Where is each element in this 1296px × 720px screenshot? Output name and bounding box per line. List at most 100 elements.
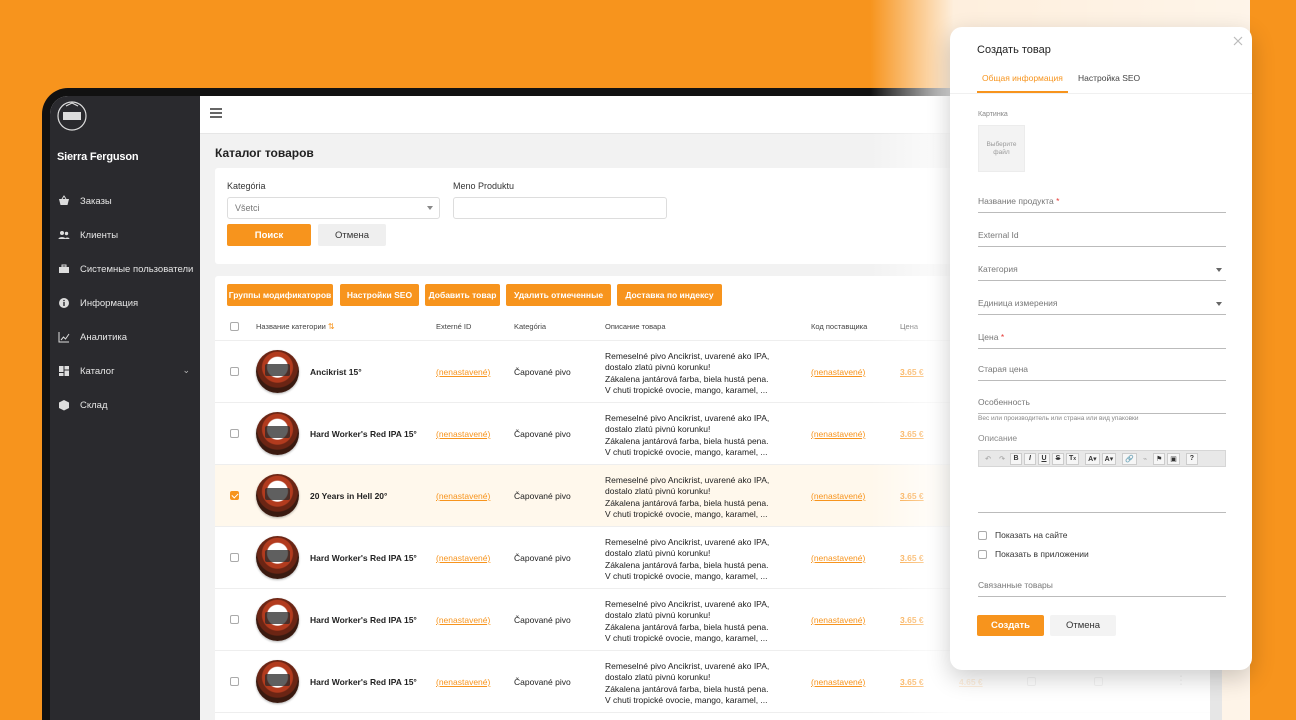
seo-settings-button[interactable]: Настройки SEO — [340, 284, 419, 306]
more-options-icon[interactable]: ⋮ — [1175, 673, 1187, 687]
show-in-app-checkbox[interactable] — [1094, 677, 1103, 686]
sort-icon[interactable]: ⇅ — [328, 322, 335, 331]
anchor-icon[interactable]: ⚑ — [1152, 452, 1166, 465]
related-products-field[interactable]: Связанные товары — [978, 580, 1226, 597]
external-id-link[interactable]: (nenastavené) — [436, 553, 490, 563]
filter-panel: Kategória Všetci Meno Produktu Поиск Отм… — [215, 168, 975, 264]
cancel-filter-button[interactable]: Отмена — [318, 224, 386, 246]
external-id-field[interactable]: External Id — [978, 230, 1226, 247]
supplier-code-link[interactable]: (nenastavené) — [811, 615, 865, 625]
checkbox[interactable] — [978, 550, 987, 559]
description-line: V chuti tropické ovocie, mango, karamel,… — [605, 446, 768, 457]
description-line: Zákalena jantárová farba, biela hustá pe… — [605, 683, 769, 694]
search-button[interactable]: Поиск — [227, 224, 311, 246]
modifier-groups-button[interactable]: Группы модификаторов — [227, 284, 333, 306]
bg-color-icon[interactable]: A▾ — [1101, 452, 1117, 465]
external-id-link[interactable]: (nenastavené) — [436, 615, 490, 625]
row-checkbox[interactable] — [230, 553, 239, 562]
show-in-app-checkbox[interactable]: Показать в приложении — [978, 549, 1089, 559]
supplier-code-link[interactable]: (nenastavené) — [811, 367, 865, 377]
hamburger-menu-icon[interactable] — [210, 108, 222, 118]
price-link[interactable]: 3.65 € — [900, 615, 924, 625]
row-checkbox[interactable] — [230, 677, 239, 686]
product-name-filter-label: Meno Produktu — [453, 181, 515, 191]
description-line: dostalo zlatú pivnú korunku! — [605, 610, 711, 621]
modal-cancel-button[interactable]: Отмена — [1050, 615, 1116, 636]
choose-file-button[interactable]: Выберите файл — [978, 125, 1025, 172]
row-checkbox[interactable] — [230, 429, 239, 438]
show-on-site-checkbox[interactable]: Показать на сайте — [978, 530, 1068, 540]
unit-dropdown[interactable]: Единица измерения — [978, 298, 1226, 315]
checkbox[interactable] — [978, 531, 987, 540]
tab-general-info[interactable]: Общая информация — [977, 73, 1068, 93]
unlink-icon[interactable]: ⌁ — [1139, 453, 1151, 465]
show-on-site-checkbox[interactable] — [1027, 677, 1036, 686]
close-icon[interactable] — [1232, 35, 1244, 47]
supplier-code-link[interactable]: (nenastavené) — [811, 491, 865, 501]
external-id-link[interactable]: (nenastavené) — [436, 429, 490, 439]
price-link[interactable]: 3.65 € — [900, 429, 924, 439]
old-price-field[interactable]: Старая цена — [978, 364, 1226, 381]
description-editor[interactable] — [978, 467, 1226, 513]
clear-format-icon[interactable]: Tx — [1066, 452, 1080, 465]
supplier-code-link[interactable]: (nenastavené) — [811, 553, 865, 563]
create-button[interactable]: Создать — [977, 615, 1044, 636]
category-select[interactable]: Všetci — [227, 197, 440, 219]
description-line: Zákalena jantárová farba, biela hustá pe… — [605, 497, 769, 508]
user-name: Sierra Ferguson — [57, 151, 139, 163]
row-checkbox[interactable] — [230, 491, 239, 500]
description-line: dostalo zlatú pivnú korunku! — [605, 362, 711, 373]
sidebar-item-information[interactable]: Информация — [50, 286, 200, 320]
header-name[interactable]: Название категории ⇅ — [256, 322, 335, 331]
sidebar-item-clients[interactable]: Клиенты — [50, 218, 200, 252]
product-image — [256, 660, 299, 703]
external-id-link[interactable]: (nenastavené) — [436, 491, 490, 501]
bold-icon[interactable]: B — [1010, 452, 1022, 465]
old-price-link[interactable]: 4.65 € — [959, 677, 983, 687]
underline-icon[interactable]: U — [1038, 452, 1050, 465]
sidebar-item-warehouse[interactable]: Склад — [50, 388, 200, 422]
supplier-code-link[interactable]: (nenastavené) — [811, 429, 865, 439]
feature-field[interactable]: Особенность — [978, 397, 1226, 414]
link-icon[interactable]: 🔗 — [1122, 452, 1137, 465]
select-all-checkbox[interactable] — [230, 322, 239, 331]
category-dropdown[interactable]: Категория — [978, 264, 1226, 281]
strikethrough-icon[interactable]: S — [1052, 452, 1064, 465]
product-description: Remeselné pivo Ancikrist, uvarené ako IP… — [605, 475, 805, 520]
text-color-icon[interactable]: A▾ — [1085, 452, 1100, 465]
redo-icon[interactable]: ↷ — [996, 453, 1008, 465]
external-id-link[interactable]: (nenastavené) — [436, 367, 490, 377]
product-name: Hard Worker's Red IPA 15° — [310, 429, 417, 439]
sidebar-item-analytics[interactable]: Аналитика — [50, 320, 200, 354]
beer-station-logo — [57, 101, 87, 131]
product-description: Remeselné pivo Ancikrist, uvarené ako IP… — [605, 413, 805, 458]
sidebar-item-orders[interactable]: Заказы — [50, 184, 200, 218]
product-name-field[interactable]: Название продукта * — [978, 196, 1226, 213]
sidebar-item-system-users[interactable]: Системные пользователи — [50, 252, 200, 286]
price-field[interactable]: Цена * — [978, 332, 1226, 349]
price-link[interactable]: 3.65 € — [900, 367, 924, 377]
row-checkbox[interactable] — [230, 615, 239, 624]
price-link[interactable]: 3.65 € — [900, 491, 924, 501]
add-product-button[interactable]: Добавить товар — [425, 284, 500, 306]
image-icon[interactable]: ▣ — [1167, 452, 1180, 465]
undo-icon[interactable]: ↶ — [982, 453, 994, 465]
row-checkbox[interactable] — [230, 367, 239, 376]
product-name-input[interactable] — [453, 197, 667, 219]
chevron-down-icon: ⌄ — [182, 365, 190, 375]
supplier-code-link[interactable]: (nenastavené) — [811, 677, 865, 687]
product-category: Čapované pivo — [514, 491, 571, 501]
description-line: V chuti tropické ovocie, mango, karamel,… — [605, 508, 768, 519]
feature-label: Особенность — [978, 397, 1030, 407]
price-link[interactable]: 3.65 € — [900, 677, 924, 687]
italic-icon[interactable]: I — [1024, 452, 1036, 465]
delete-selected-button[interactable]: Удалить отмеченные — [506, 284, 611, 306]
price-link[interactable]: 3.65 € — [900, 553, 924, 563]
delivery-by-index-button[interactable]: Доставка по индексу — [617, 284, 722, 306]
tab-seo-settings[interactable]: Настройка SEO — [1078, 73, 1140, 91]
help-icon[interactable]: ? — [1185, 452, 1198, 465]
external-id-link[interactable]: (nenastavené) — [436, 677, 490, 687]
grid-icon — [58, 365, 70, 377]
product-category: Čapované pivo — [514, 677, 571, 687]
sidebar-item-catalog[interactable]: Каталог ⌄ — [50, 354, 200, 388]
